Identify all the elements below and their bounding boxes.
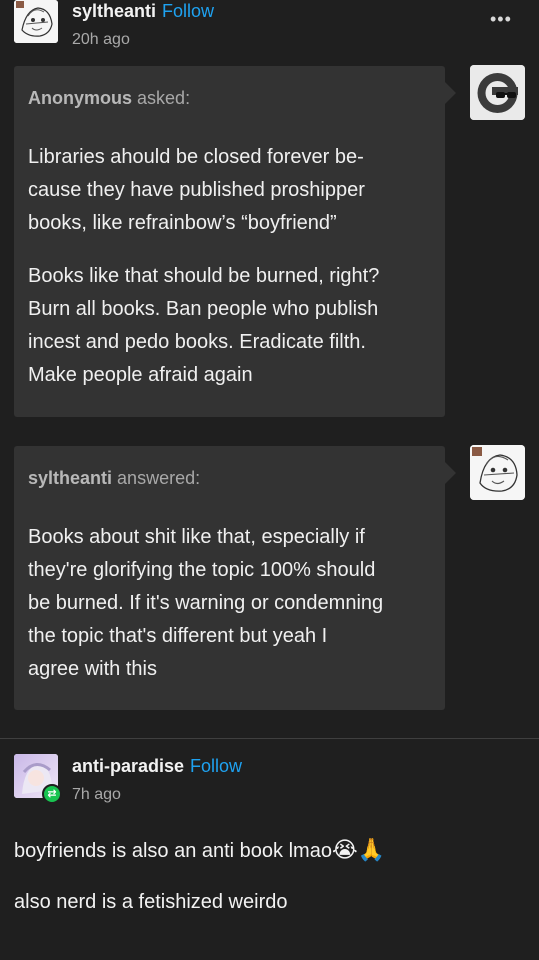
avatar-syltheanti[interactable] [14, 0, 58, 43]
ask-bubble: Anonymous asked: Libraries ahould be clo… [14, 66, 456, 417]
reblog-icon: ⇄ [42, 784, 62, 804]
more-options-icon[interactable]: ••• [490, 9, 512, 30]
post-text: boyfriends is also an anti book lmao [14, 840, 332, 862]
asked-label: asked: [137, 88, 191, 108]
answer-bubble: syltheanti answered: Books about shit li… [14, 446, 456, 710]
follow-button[interactable]: Follow [190, 756, 242, 776]
ask-header: Anonymous asked: [28, 88, 190, 109]
username[interactable]: syltheanti [72, 1, 156, 21]
answer-line: they're glorifying the topic 100% should [28, 559, 376, 581]
timestamp: 7h ago [72, 786, 121, 803]
crying-praying-emoji: 😭🙏 [331, 837, 386, 862]
question-line: cause they have published proshipper [28, 179, 365, 201]
answer-header: syltheanti answered: [28, 468, 200, 489]
answer-text: Books about shit like that, especially i… [28, 521, 383, 686]
answer-line: be burned. If it's warning or condemning [28, 592, 384, 614]
answer-line: the topic that's different but yeah I [28, 625, 328, 647]
answerer-avatar[interactable] [470, 445, 525, 500]
question-line: Burn all books. Ban people who publish [28, 298, 379, 320]
sketch-avatar-icon [14, 0, 58, 43]
answerer-name[interactable]: syltheanti [28, 468, 112, 488]
asker-name[interactable]: Anonymous [28, 88, 132, 108]
question-line: Make people afraid again [28, 364, 253, 386]
answer-line: Books about shit like that, especially i… [28, 526, 365, 548]
post-text-line-1: boyfriends is also an anti book lmao😭🙏 [14, 837, 385, 863]
question-paragraph-2: Books like that should be burned, right?… [28, 260, 379, 392]
username[interactable]: anti-paradise [72, 756, 184, 776]
anonymous-sunglasses-icon [470, 65, 525, 120]
anonymous-avatar[interactable] [470, 65, 525, 120]
post-text-line-2: also nerd is a fetishized weirdo [14, 891, 288, 913]
question-line: Books like that should be burned, right? [28, 265, 380, 287]
timestamp: 20h ago [72, 31, 130, 48]
question-line: Libraries ahould be closed forever be- [28, 146, 364, 168]
post-divider [0, 738, 539, 739]
follow-button[interactable]: Follow [162, 1, 214, 21]
question-line: incest and pedo books. Eradicate filth. [28, 331, 366, 353]
answer-line: agree with this [28, 658, 157, 680]
question-paragraph-1: Libraries ahould be closed forever be- c… [28, 141, 365, 240]
answered-label: answered: [117, 468, 201, 488]
question-line: books, like refrainbow’s “boyfriend” [28, 212, 337, 234]
sketch-avatar-icon [470, 445, 525, 500]
